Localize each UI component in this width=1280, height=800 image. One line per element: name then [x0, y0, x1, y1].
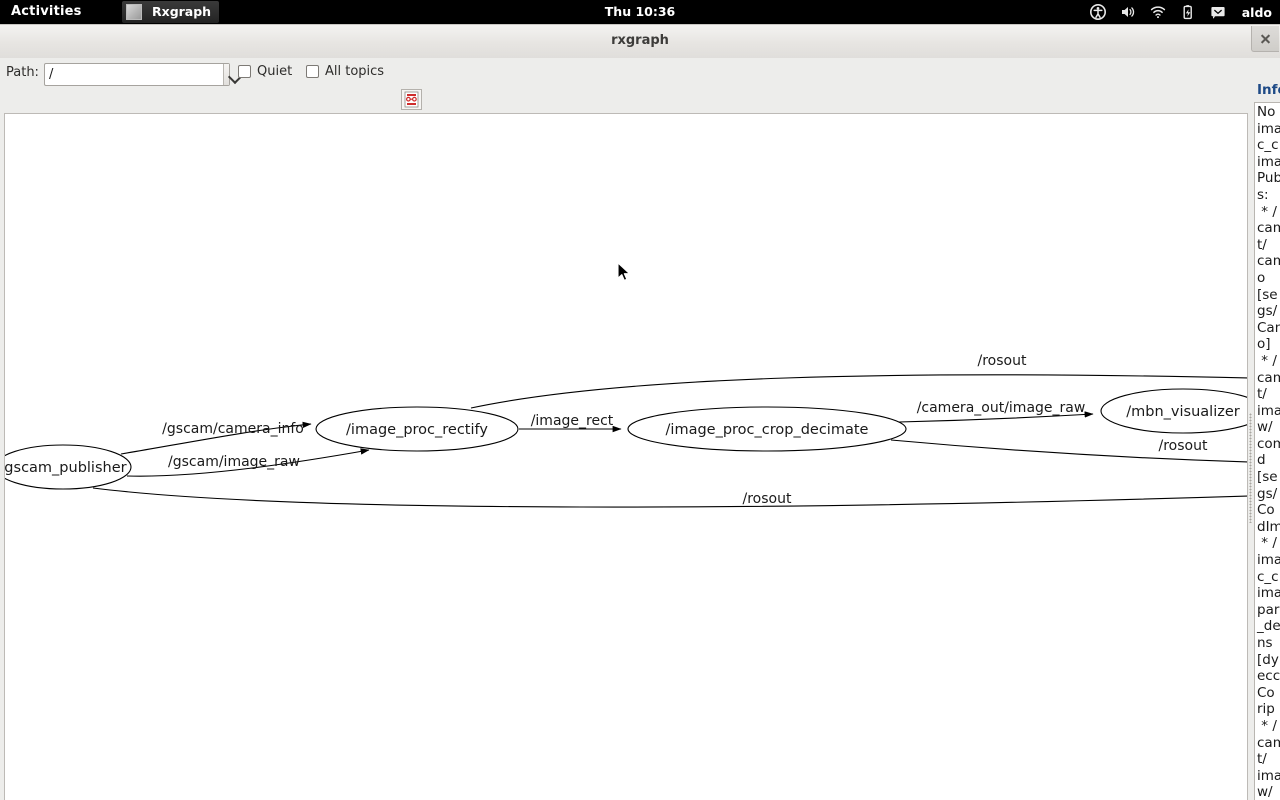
close-button[interactable] — [1251, 26, 1279, 52]
rxgraph-window: rxgraph Path: Quiet All topics — [0, 24, 1280, 800]
node-label: /image_proc_rectify — [346, 422, 488, 438]
node-image-proc-rectify[interactable]: /image_proc_rectify — [315, 406, 519, 452]
all-topics-checkbox[interactable]: All topics — [306, 64, 384, 79]
edge-rosout-from-gscam[interactable] — [92, 487, 1248, 508]
app-icon — [126, 4, 142, 20]
volume-icon[interactable] — [1120, 4, 1136, 20]
node-gscam-publisher[interactable]: /gscam_publisher — [5, 444, 132, 490]
toolbar: Path: Quiet All topics — [0, 58, 1280, 89]
battery-icon[interactable] — [1180, 4, 1196, 20]
accessibility-icon[interactable] — [1089, 4, 1106, 20]
path-input[interactable] — [45, 64, 223, 85]
info-panel-text[interactable]: No ima c_c ima Pub s: * / cam t/ cam o [… — [1254, 102, 1280, 800]
edge-label: /gscam/image_raw — [168, 454, 300, 470]
graph-canvas[interactable]: /gscam/camera_info /gscam/image_raw /ima… — [4, 113, 1248, 800]
activities-button[interactable]: Activities — [11, 0, 82, 24]
edge-label: /gscam/camera_info — [162, 421, 304, 437]
edge-label: /camera_out/image_raw — [917, 400, 1086, 416]
path-label: Path: — [6, 65, 39, 80]
taskbar-item-label: Rxgraph — [152, 4, 212, 19]
screen: Activities Rxgraph Thu 10:36 aldo rxgrap… — [0, 0, 1280, 800]
checkbox-box-quiet[interactable] — [238, 65, 251, 78]
edge-label: /image_rect — [531, 413, 614, 429]
window-title-bar: rxgraph — [0, 25, 1280, 59]
ros-graph[interactable]: /gscam/camera_info /gscam/image_raw /ima… — [5, 114, 1248, 800]
wifi-icon[interactable] — [1150, 4, 1166, 20]
node-label: /gscam_publisher — [5, 460, 127, 476]
node-image-proc-crop-decimate[interactable]: /image_proc_crop_decimate — [627, 406, 907, 452]
gnome-top-bar: Activities Rxgraph Thu 10:36 aldo — [0, 0, 1280, 24]
info-panel-title: Info — [1257, 82, 1280, 98]
edge-label: /rosout — [743, 491, 792, 507]
system-tray: aldo — [1089, 0, 1272, 24]
info-panel: Info No ima c_c ima Pub s: * / cam t/ ca… — [1254, 80, 1280, 800]
message-icon[interactable] — [1210, 4, 1226, 20]
node-mbn-visualizer[interactable]: /mbn_visualizer — [1100, 388, 1248, 434]
taskbar-item-rxgraph[interactable]: Rxgraph — [122, 1, 220, 23]
quiet-checkbox[interactable]: Quiet — [238, 64, 292, 79]
window-title: rxgraph — [611, 33, 669, 48]
node-label: /mbn_visualizer — [1126, 404, 1239, 420]
all-topics-label: All topics — [325, 64, 385, 79]
quiet-label: Quiet — [257, 64, 293, 79]
edge-label: /rosout — [978, 353, 1027, 369]
graph-refresh-button[interactable] — [401, 89, 422, 110]
splitter-grip-icon — [1249, 413, 1252, 523]
path-combobox[interactable] — [44, 63, 230, 86]
node-label: /image_proc_crop_decimate — [666, 422, 869, 438]
edge-label: /rosout — [1159, 438, 1208, 454]
checkbox-box-all-topics[interactable] — [306, 65, 319, 78]
chevron-down-icon[interactable] — [223, 64, 229, 85]
username-label[interactable]: aldo — [1242, 5, 1272, 20]
